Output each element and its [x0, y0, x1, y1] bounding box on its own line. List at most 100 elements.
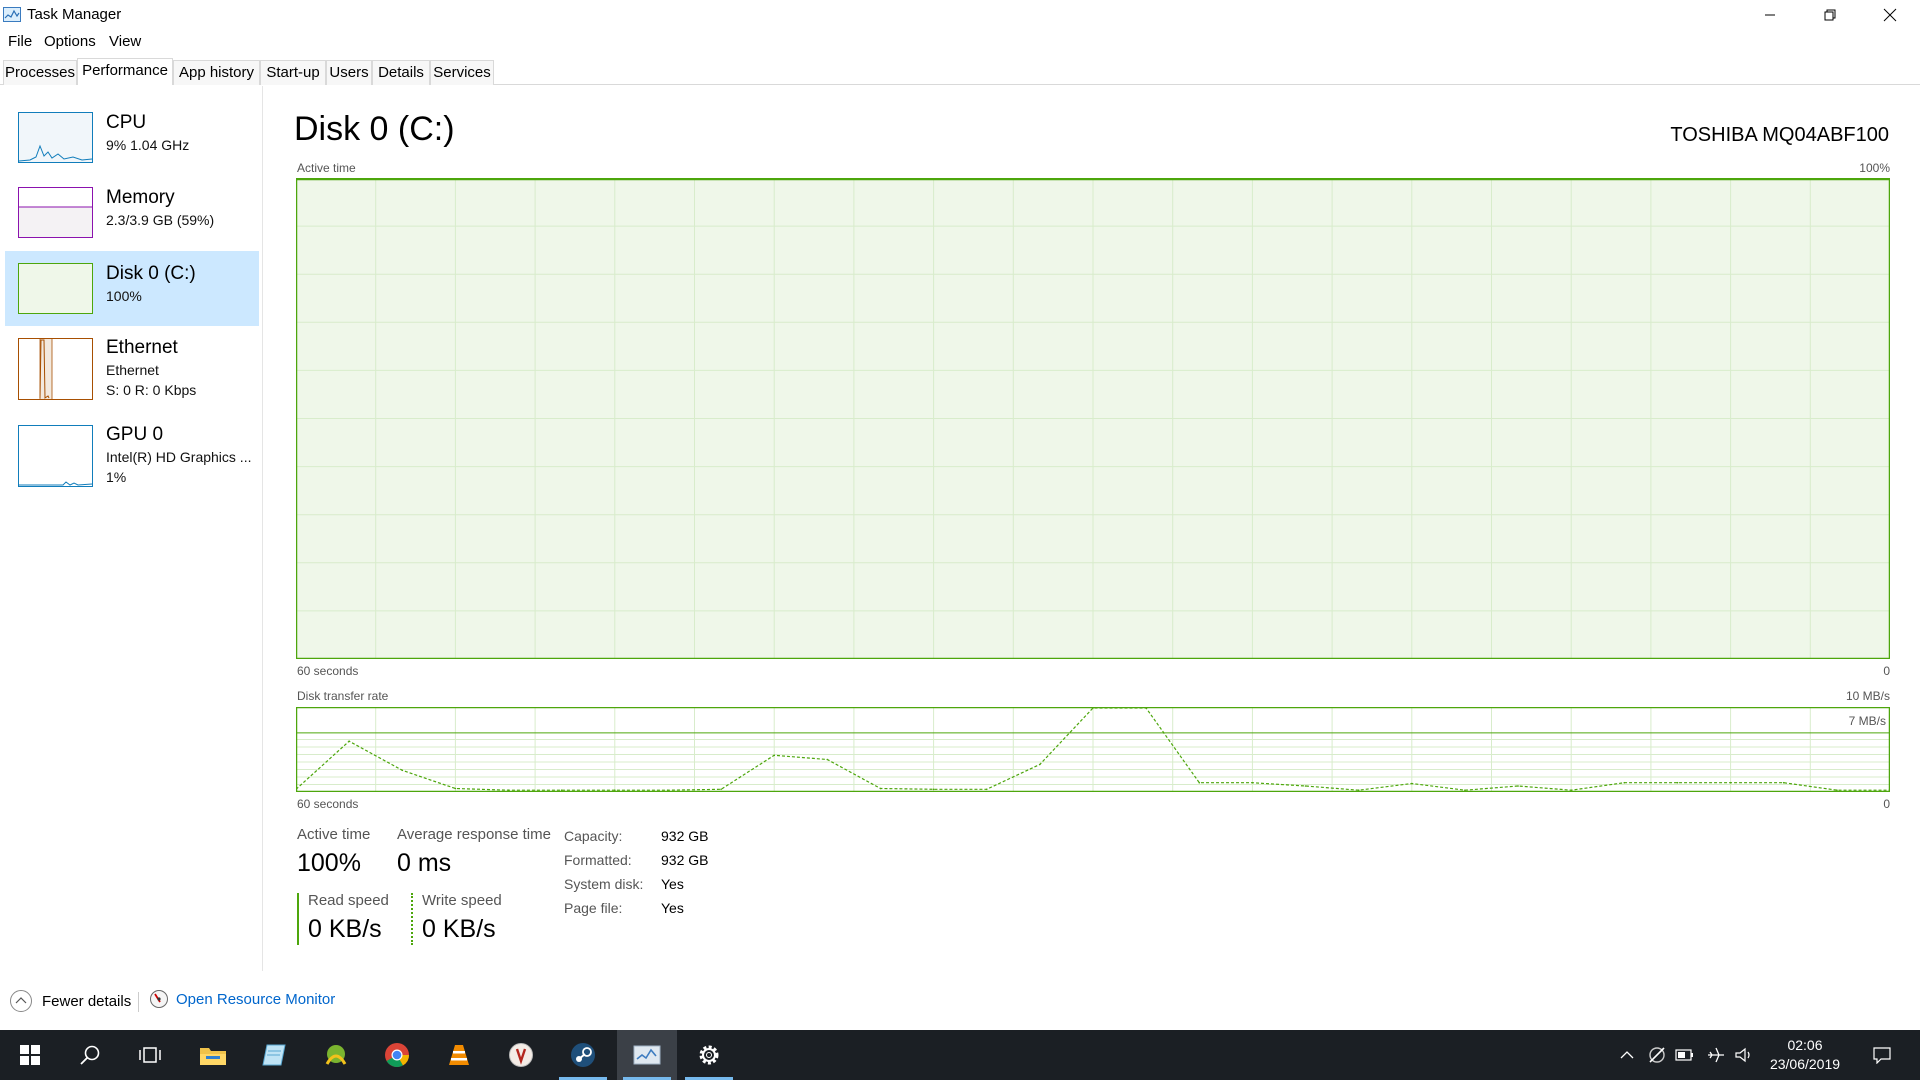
task-manager-taskbar-button[interactable]: [617, 1030, 677, 1080]
search-icon: [80, 1045, 100, 1065]
airplane-icon: [1708, 1047, 1724, 1063]
close-button[interactable]: [1860, 0, 1920, 30]
tab-services[interactable]: Services: [430, 60, 494, 85]
sidebar-ethernet-throughput: S: 0 R: 0 Kbps: [106, 382, 197, 398]
active-time-stat-label: Active time: [297, 826, 371, 843]
browser-app-button[interactable]: [491, 1030, 551, 1080]
device-model: TOSHIBA MQ04ABF100: [1670, 124, 1889, 146]
open-resource-monitor-link[interactable]: Open Resource Monitor: [149, 989, 335, 1009]
active-time-time-label: 60 seconds: [297, 664, 359, 678]
sidebar-item-disk-0[interactable]: Disk 0 (C:) 100%: [5, 251, 259, 326]
tab-details[interactable]: Details: [372, 60, 430, 85]
capacity-value: 932 GB: [661, 828, 709, 844]
sidebar-gpu-usage: 1%: [106, 469, 127, 485]
transfer-rate-point: [1092, 707, 1094, 709]
tab-performance[interactable]: Performance: [77, 58, 173, 85]
restore-icon: [1824, 9, 1836, 21]
browser-app-icon: [509, 1043, 533, 1067]
show-hidden-icons-button[interactable]: [1615, 1030, 1639, 1080]
response-time-stat-value: 0 ms: [397, 849, 452, 877]
system-disk-value: Yes: [661, 876, 684, 892]
start-button[interactable]: [0, 1030, 60, 1080]
write-speed-value: 0 KB/s: [422, 915, 496, 943]
transfer-rate-point: [667, 789, 669, 791]
notepad-icon: [262, 1044, 286, 1066]
windows-logo-icon: [20, 1045, 40, 1065]
active-time-graph: [296, 178, 1890, 659]
active-time-graph-label: Active time: [297, 161, 356, 175]
page-file-value: Yes: [661, 900, 684, 916]
chevron-up-circle-icon: [10, 990, 32, 1012]
tab-app-history[interactable]: App history: [173, 60, 260, 85]
resource-sidebar: CPU 9% 1.04 GHz Memory 2.3/3.9 GB (59%) …: [0, 86, 263, 971]
chevron-up-icon: [1620, 1051, 1634, 1059]
transfer-rate-point: [720, 788, 722, 791]
transfer-rate-point: [1729, 781, 1732, 784]
notepad-button[interactable]: [244, 1030, 304, 1080]
sidebar-cpu-usage: 9% 1.04 GHz: [106, 137, 190, 153]
memory-thumbnail-graph: [18, 187, 93, 238]
sidebar-gpu-model: Intel(R) HD Graphics ...: [106, 449, 252, 465]
transfer-rate-point: [1782, 781, 1785, 784]
transfer-rate-time-label: 60 seconds: [297, 797, 359, 811]
taskbar-clock[interactable]: 02:06 23/06/2019: [1760, 1036, 1850, 1074]
transfer-rate-point: [932, 788, 935, 791]
transfer-rate-point: [985, 788, 988, 791]
tree-app-button[interactable]: [306, 1030, 366, 1080]
minimize-button[interactable]: [1740, 0, 1800, 30]
active-time-stat-value: 100%: [297, 849, 361, 877]
task-manager-taskbar-icon: [633, 1045, 661, 1065]
fewer-details-button[interactable]: Fewer details: [9, 989, 131, 1013]
file-explorer-button[interactable]: [183, 1030, 243, 1080]
sidebar-item-memory[interactable]: Memory 2.3/3.9 GB (59%): [5, 181, 259, 256]
sidebar-gpu-name: GPU 0: [106, 424, 164, 445]
tray-sync-off-button[interactable]: [1645, 1030, 1669, 1080]
settings-button[interactable]: [679, 1030, 739, 1080]
steam-button[interactable]: [553, 1030, 613, 1080]
menu-file[interactable]: File: [8, 33, 32, 50]
task-view-button[interactable]: [120, 1030, 180, 1080]
tab-start-up[interactable]: Start-up: [260, 60, 326, 85]
battery-button[interactable]: [1673, 1030, 1697, 1080]
volume-button[interactable]: [1732, 1030, 1756, 1080]
taskbar: 02:06 23/06/2019: [0, 1030, 1920, 1080]
action-center-button[interactable]: [1866, 1030, 1898, 1080]
transfer-rate-point: [560, 789, 563, 791]
transfer-rate-point: [1357, 789, 1360, 791]
footer-bar: Fewer details Open Resource Monitor: [0, 986, 1920, 1030]
tab-processes[interactable]: Processes: [3, 60, 77, 85]
menu-view[interactable]: View: [109, 33, 141, 50]
minimize-icon: [1765, 14, 1775, 16]
transfer-rate-point: [1411, 782, 1413, 785]
transfer-rate-point: [1464, 789, 1466, 791]
vlc-button[interactable]: [429, 1030, 489, 1080]
page-title: Disk 0 (C:): [294, 110, 455, 148]
formatted-value: 932 GB: [661, 852, 709, 868]
restore-button[interactable]: [1800, 0, 1860, 30]
transfer-rate-point: [1623, 781, 1626, 784]
formatted-label: Formatted:: [564, 852, 632, 868]
task-manager-icon: [3, 7, 21, 22]
active-time-max-label: 100%: [1859, 161, 1890, 175]
tree-app-icon: [325, 1045, 347, 1065]
menu-bar: File Options View: [0, 30, 1920, 52]
tab-users[interactable]: Users: [326, 60, 372, 85]
chrome-button[interactable]: [367, 1030, 427, 1080]
transfer-rate-point: [1198, 781, 1201, 784]
window-title: Task Manager: [27, 6, 122, 23]
sidebar-item-gpu-0[interactable]: GPU 0 Intel(R) HD Graphics ... 1%: [5, 418, 259, 493]
sidebar-item-ethernet[interactable]: Ethernet Ethernet S: 0 R: 0 Kbps: [5, 331, 259, 406]
read-speed-label: Read speed: [308, 892, 389, 909]
search-button[interactable]: [60, 1030, 120, 1080]
menu-options[interactable]: Options: [44, 33, 96, 50]
sidebar-item-cpu[interactable]: CPU 9% 1.04 GHz: [5, 106, 259, 181]
ethernet-thumbnail-graph: [18, 338, 93, 400]
disk-thumbnail-graph: [18, 263, 93, 314]
chrome-icon: [385, 1043, 409, 1068]
transfer-rate-point: [773, 754, 775, 757]
airplane-mode-button[interactable]: [1704, 1030, 1728, 1080]
sync-off-icon: [1649, 1047, 1665, 1063]
transfer-rate-point: [1251, 781, 1254, 784]
transfer-rate-point: [1039, 763, 1041, 766]
page-file-label: Page file:: [564, 900, 623, 916]
